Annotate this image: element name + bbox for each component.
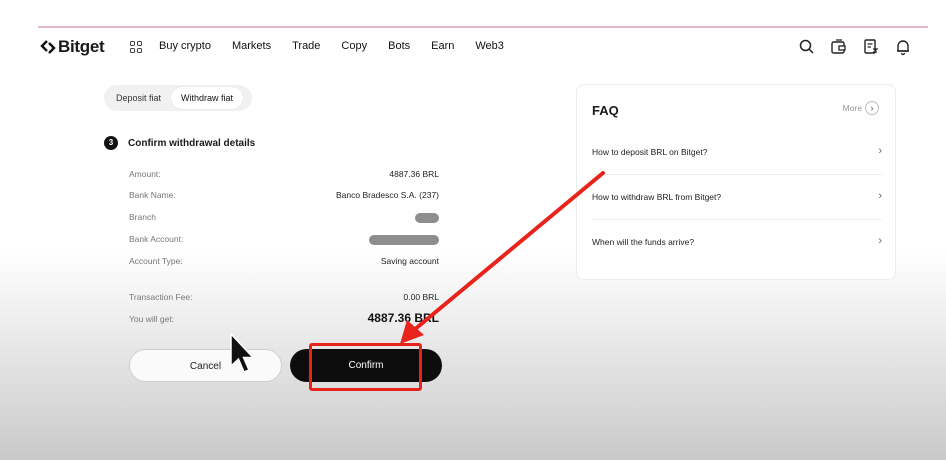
branch-value-redacted <box>415 213 439 223</box>
detail-row-branch: Branch <box>129 212 439 226</box>
fee-value: 0.00 BRL <box>403 292 439 302</box>
fee-label: Transaction Fee: <box>129 292 193 302</box>
bitget-logo-icon <box>40 40 56 54</box>
nav-buy-crypto[interactable]: Buy crypto <box>159 40 211 52</box>
bank-account-value-redacted <box>369 235 439 245</box>
nav-bots[interactable]: Bots <box>388 40 410 52</box>
step-header: 3 Confirm withdrawal details <box>104 136 255 150</box>
bank-name-label: Bank Name: <box>129 190 176 200</box>
chevron-right-icon: › <box>878 235 882 247</box>
faq-item[interactable]: When will the funds arrive? › <box>592 235 882 257</box>
tab-deposit-fiat[interactable]: Deposit fiat <box>106 87 171 109</box>
bank-account-label: Bank Account: <box>129 234 184 244</box>
bitget-logo[interactable]: Bitget <box>40 37 105 57</box>
detail-row-fee: Transaction Fee: 0.00 BRL <box>129 292 439 306</box>
bank-name-value: Banco Bradesco S.A. (237) <box>335 190 439 200</box>
nav-web3[interactable]: Web3 <box>475 40 504 52</box>
nav-earn[interactable]: Earn <box>431 40 454 52</box>
nav-copy[interactable]: Copy <box>341 40 367 52</box>
nav-trade[interactable]: Trade <box>292 40 320 52</box>
faq-panel: FAQ More › How to deposit BRL on Bitget?… <box>576 84 896 280</box>
cancel-button[interactable]: Cancel <box>129 349 282 382</box>
detail-row-you-get: You will get: 4887.36 BRL <box>129 311 439 328</box>
chevron-right-icon: › <box>878 145 882 157</box>
step-number-badge: 3 <box>104 136 118 150</box>
you-get-label: You will get: <box>129 314 175 324</box>
faq-more-link[interactable]: More › <box>843 101 879 115</box>
mouse-cursor-icon <box>230 332 255 373</box>
apps-grid-icon[interactable] <box>130 41 142 53</box>
fiat-tabs: Deposit fiat Withdraw fiat <box>104 85 252 111</box>
account-type-label: Account Type: <box>129 256 183 266</box>
faq-divider <box>592 174 882 175</box>
orders-icon[interactable] <box>862 38 880 56</box>
amount-label: Amount: <box>129 169 161 179</box>
detail-row-bank-name: Bank Name: Banco Bradesco S.A. (237) <box>129 190 439 204</box>
faq-item[interactable]: How to deposit BRL on Bitget? › <box>592 145 882 167</box>
highlight-box <box>309 343 422 391</box>
faq-question: How to deposit BRL on Bitget? <box>592 147 708 157</box>
nav-markets[interactable]: Markets <box>232 40 271 52</box>
faq-question: How to withdraw BRL from Bitget? <box>592 192 722 202</box>
top-nav: Bitget Buy crypto Markets Trade Copy Bot… <box>0 30 946 66</box>
header-icons <box>798 38 912 56</box>
top-accent-line <box>38 26 928 28</box>
logo-text: Bitget <box>58 37 105 56</box>
faq-question: When will the funds arrive? <box>592 237 695 247</box>
faq-more-label: More <box>842 103 862 113</box>
chevron-right-icon: › <box>878 190 882 202</box>
detail-row-account-type: Account Type: Saving account <box>129 256 439 270</box>
you-get-value: 4887.36 BRL <box>367 311 439 325</box>
detail-row-bank-account: Bank Account: <box>129 234 439 248</box>
faq-item[interactable]: How to withdraw BRL from Bitget? › <box>592 190 882 212</box>
step-title: Confirm withdrawal details <box>128 137 256 149</box>
main-nav: Buy crypto Markets Trade Copy Bots Earn … <box>159 40 525 52</box>
detail-row-amount: Amount: 4887.36 BRL <box>129 169 439 183</box>
chevron-right-icon: › <box>865 101 879 115</box>
amount-value: 4887.36 BRL <box>389 169 439 179</box>
branch-label: Branch <box>129 212 156 222</box>
search-icon[interactable] <box>798 38 816 56</box>
faq-title: FAQ <box>592 103 619 118</box>
wallet-icon[interactable] <box>830 38 848 56</box>
tab-withdraw-fiat[interactable]: Withdraw fiat <box>171 87 244 109</box>
account-type-value: Saving account <box>380 256 439 266</box>
faq-divider <box>592 219 882 220</box>
bell-icon[interactable] <box>894 38 912 56</box>
